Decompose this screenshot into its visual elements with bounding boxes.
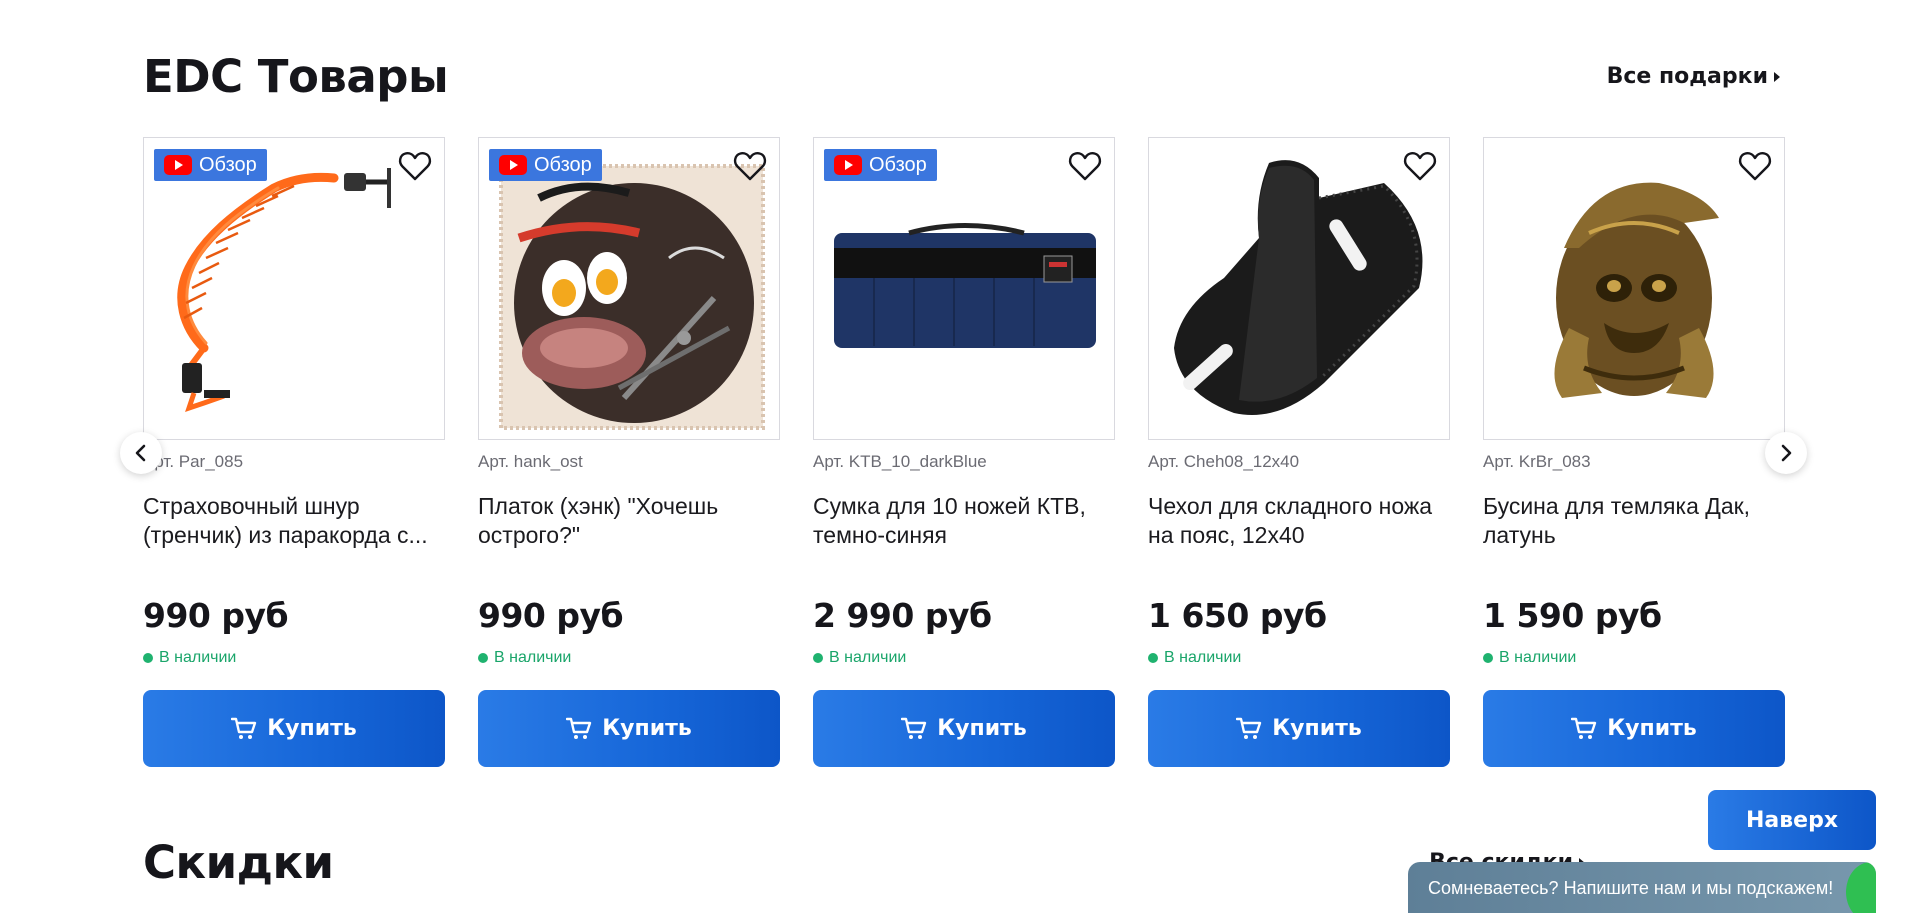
product-article: Арт. KrBr_083 <box>1483 452 1591 471</box>
cart-icon <box>231 717 257 739</box>
heart-icon[interactable] <box>733 150 767 182</box>
product-image-link[interactable]: Обзор <box>813 137 1115 440</box>
all-gifts-link[interactable]: Все подарки <box>1607 64 1780 89</box>
product-price: 990 руб <box>478 596 624 635</box>
cart-icon <box>1571 717 1597 739</box>
scroll-top-button[interactable]: Наверх <box>1708 790 1876 850</box>
product-price: 1 590 руб <box>1483 596 1662 635</box>
chat-prompt-text: Сомневаетесь? Напишите нам и мы подскаже… <box>1428 877 1834 898</box>
review-badge[interactable]: Обзор <box>824 149 937 181</box>
buy-button[interactable]: Купить <box>813 690 1115 767</box>
stock-dot-icon <box>1483 653 1493 663</box>
product-image-leather-sheath <box>1174 160 1423 415</box>
product-name-link[interactable]: Страховочный шнур (тренчик) из паракорда… <box>143 492 445 550</box>
edc-section-header: EDC Товары Все подарки <box>143 50 1780 103</box>
heart-icon[interactable] <box>1068 150 1102 182</box>
chat-status-icon <box>1846 862 1876 913</box>
buy-button-label: Купить <box>602 716 692 741</box>
review-badge-label: Обзор <box>869 153 927 176</box>
cart-icon <box>1236 717 1262 739</box>
product-article: Арт. Cheh08_12x40 <box>1148 452 1300 471</box>
product-price: 2 990 руб <box>813 596 992 635</box>
review-badge-label: Обзор <box>199 153 257 176</box>
product-article: Арт. Par_085 <box>143 452 244 471</box>
product-name-link[interactable]: Чехол для складного ножа на пояс, 12х40 <box>1148 492 1450 550</box>
product-image-link[interactable]: Обзор <box>143 137 445 440</box>
stock-dot-icon <box>478 653 488 663</box>
heart-icon[interactable] <box>1403 150 1437 182</box>
stock-label: В наличии <box>829 649 907 666</box>
section-title-edc: EDC Товары <box>143 50 449 103</box>
buy-button[interactable]: Купить <box>1148 690 1450 767</box>
product-image-brass-bead <box>1554 182 1719 398</box>
product-name-link[interactable]: Платок (хэнк) "Хочешь острого?" <box>478 492 780 550</box>
stock-status: В наличии <box>143 648 445 668</box>
product-name-link[interactable]: Сумка для 10 ножей КТВ, темно-синяя <box>813 492 1115 550</box>
caret-right-icon <box>1774 71 1780 82</box>
review-badge-label: Обзор <box>534 153 592 176</box>
product-card: Обзор Арт. hank_ost Платок (хэнк) "Хочеш… <box>478 137 780 767</box>
product-image-lanyard <box>177 168 391 412</box>
heart-icon[interactable] <box>398 150 432 182</box>
youtube-icon <box>499 155 527 175</box>
buy-button-label: Купить <box>1607 716 1697 741</box>
youtube-icon <box>834 155 862 175</box>
product-article: Арт. hank_ost <box>478 452 583 471</box>
product-article: Арт. KTB_10_darkBlue <box>813 452 987 471</box>
product-name-link[interactable]: Бусина для темляка Дак, латунь <box>1483 492 1785 550</box>
review-badge[interactable]: Обзор <box>154 149 267 181</box>
stock-status: В наличии <box>1148 648 1450 668</box>
heart-icon[interactable] <box>1738 150 1772 182</box>
buy-button[interactable]: Купить <box>143 690 445 767</box>
stock-label: В наличии <box>1499 649 1577 666</box>
review-badge[interactable]: Обзор <box>489 149 602 181</box>
cart-icon <box>566 717 592 739</box>
section-title-sales: Скидки <box>143 836 334 889</box>
product-image-bandana <box>499 164 765 430</box>
carousel-prev-button[interactable] <box>120 432 162 474</box>
chevron-left-icon <box>135 444 146 462</box>
product-image-link[interactable] <box>1148 137 1450 440</box>
stock-dot-icon <box>143 653 153 663</box>
carousel-next-button[interactable] <box>1765 432 1807 474</box>
product-image-knife-roll <box>834 223 1096 348</box>
buy-button-label: Купить <box>1272 716 1362 741</box>
buy-button[interactable]: Купить <box>1483 690 1785 767</box>
chevron-right-icon <box>1781 444 1792 462</box>
product-price: 1 650 руб <box>1148 596 1327 635</box>
product-price: 990 руб <box>143 596 289 635</box>
product-card: Арт. Cheh08_12x40 Чехол для складного но… <box>1148 137 1450 767</box>
buy-button-label: Купить <box>267 716 357 741</box>
stock-label: В наличии <box>159 649 237 666</box>
stock-dot-icon <box>1148 653 1158 663</box>
product-card: Обзор Арт. KTB_10_darkBlue Сумка для 10 … <box>813 137 1115 767</box>
all-gifts-link-label: Все подарки <box>1606 64 1768 89</box>
stock-status: В наличии <box>813 648 1115 668</box>
product-card: Обзор Арт. Par_085 Страховочный шнур (тр… <box>143 137 445 767</box>
buy-button-label: Купить <box>937 716 1027 741</box>
product-carousel: Обзор Арт. Par_085 Страховочный шнур (тр… <box>143 137 1785 777</box>
youtube-icon <box>164 155 192 175</box>
stock-label: В наличии <box>494 649 572 666</box>
product-image-link[interactable] <box>1483 137 1785 440</box>
product-card: Арт. KrBr_083 Бусина для темляка Дак, ла… <box>1483 137 1785 767</box>
stock-status: В наличии <box>1483 648 1785 668</box>
chat-widget[interactable]: Сомневаетесь? Напишите нам и мы подскаже… <box>1408 862 1876 913</box>
stock-label: В наличии <box>1164 649 1242 666</box>
stock-status: В наличии <box>478 648 780 668</box>
stock-dot-icon <box>813 653 823 663</box>
cart-icon <box>901 717 927 739</box>
product-image-link[interactable]: Обзор <box>478 137 780 440</box>
buy-button[interactable]: Купить <box>478 690 780 767</box>
